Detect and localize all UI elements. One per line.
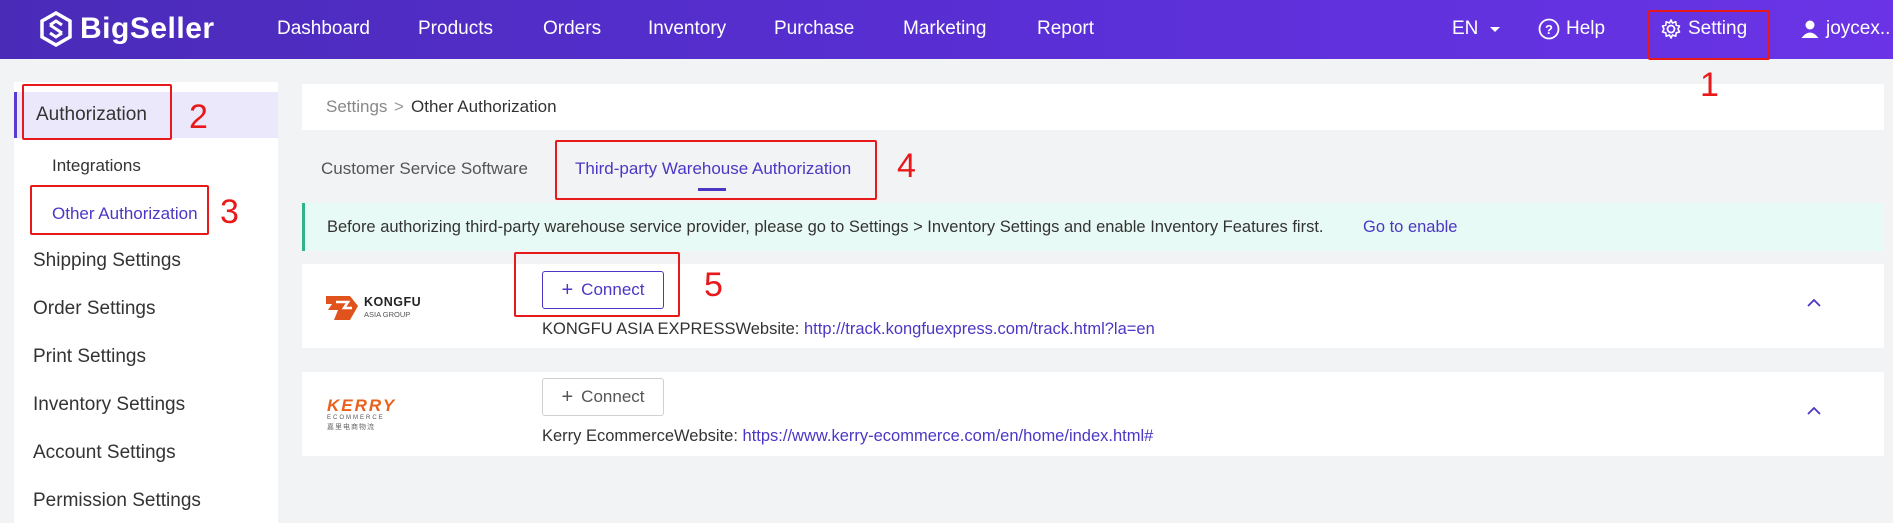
chevron-up-icon[interactable] — [1806, 406, 1822, 416]
sidebar-item-account-settings[interactable]: Account Settings — [14, 442, 278, 464]
sidebar-item-inventory-settings[interactable]: Inventory Settings — [14, 394, 278, 416]
warehouse-description: KONGFU ASIA EXPRESSWebsite: http://track… — [542, 320, 1155, 339]
help-label: Help — [1566, 18, 1606, 39]
sidebar-item-order-settings[interactable]: Order Settings — [14, 298, 278, 320]
kerry-logo-subtext: ECOMMERCE — [327, 415, 385, 421]
svg-text:?: ? — [1545, 22, 1553, 37]
annotation-box-5 — [514, 252, 680, 317]
annotation-box-1 — [1648, 10, 1770, 60]
sidebar-item-label: Permission Settings — [33, 490, 201, 511]
bigseller-logo[interactable]: BigSeller — [38, 10, 215, 48]
nav-report[interactable]: Report — [1037, 18, 1094, 40]
kerry-logo: KERRY ECOMMERCE 嘉里电商物流 — [324, 396, 414, 432]
nav-orders[interactable]: Orders — [543, 18, 601, 40]
sidebar-item-label: Account Settings — [33, 442, 176, 463]
chevron-up-icon[interactable] — [1806, 298, 1822, 308]
kongfu-logo-subtext: ASIA GROUP — [364, 310, 411, 319]
plus-icon: + — [561, 386, 574, 408]
connect-label: Connect — [581, 387, 645, 406]
user-menu[interactable]: joycex.. — [1800, 18, 1890, 40]
kerry-logo-chinese-text: 嘉里电商物流 — [327, 423, 375, 431]
sidebar-item-label: Print Settings — [33, 346, 146, 367]
nav-products[interactable]: Products — [418, 18, 493, 40]
breadcrumb-settings[interactable]: Settings — [326, 97, 387, 117]
annotation-number-4: 4 — [897, 147, 916, 185]
language-selector[interactable]: EN — [1452, 18, 1502, 40]
go-to-enable-link[interactable]: Go to enable — [1363, 218, 1458, 237]
kongfu-logo: KONGFU ASIA GROUP — [324, 288, 424, 328]
user-name: joycex.. — [1826, 18, 1891, 39]
warehouse-url-link[interactable]: http://track.kongfuexpress.com/track.htm… — [804, 320, 1155, 338]
nav-inventory[interactable]: Inventory — [648, 18, 726, 40]
sidebar-item-label: Order Settings — [33, 298, 156, 319]
annotation-number-5: 5 — [704, 266, 723, 304]
nav-dashboard[interactable]: Dashboard — [277, 18, 370, 40]
annotation-box-3 — [30, 185, 209, 235]
website-label: Website: — [674, 427, 743, 445]
warehouse-description: Kerry EcommerceWebsite: https://www.kerr… — [542, 427, 1153, 446]
sidebar-item-shipping-settings[interactable]: Shipping Settings — [14, 250, 278, 272]
connect-button-kerry[interactable]: + Connect — [542, 378, 664, 416]
warehouse-url-link[interactable]: https://www.kerry-ecommerce.com/en/home/… — [743, 427, 1154, 445]
nav-purchase[interactable]: Purchase — [774, 18, 854, 40]
language-label: EN — [1452, 18, 1479, 39]
tab-customer-service-software[interactable]: Customer Service Software — [321, 159, 528, 179]
warehouse-name: Kerry Ecommerce — [542, 427, 675, 445]
bigseller-logo-icon — [40, 11, 72, 47]
top-navigation-bar: BigSeller Dashboard Products Orders Inve… — [0, 0, 1893, 59]
settings-sidebar: Authorization Integrations Other Authori… — [14, 82, 278, 523]
annotation-number-1: 1 — [1700, 66, 1719, 104]
sidebar-item-permission-settings[interactable]: Permission Settings — [14, 490, 278, 512]
kongfu-logo-text: KONGFU — [364, 295, 422, 309]
sidebar-item-label: Shipping Settings — [33, 250, 181, 271]
kerry-logo-text: KERRY — [327, 396, 397, 415]
kongfu-logo-icon — [326, 296, 358, 320]
sidebar-item-label: Inventory Settings — [33, 394, 186, 415]
sidebar-item-print-settings[interactable]: Print Settings — [14, 346, 278, 368]
user-icon — [1801, 20, 1819, 38]
brand-name: BigSeller — [80, 12, 215, 45]
breadcrumb-current: Other Authorization — [411, 97, 557, 116]
annotation-box-2 — [22, 84, 172, 140]
website-label: Website: — [735, 320, 804, 338]
notice-text: Before authorizing third-party warehouse… — [327, 218, 1324, 236]
sidebar-item-integrations[interactable]: Integrations — [52, 156, 141, 176]
nav-marketing[interactable]: Marketing — [903, 18, 986, 40]
help-link[interactable]: ? Help — [1538, 18, 1605, 40]
breadcrumb: Settings > Other Authorization — [302, 84, 1884, 130]
annotation-box-4 — [555, 140, 877, 200]
help-circle-icon: ? — [1538, 18, 1560, 40]
warehouse-card-kerry: KERRY ECOMMERCE 嘉里电商物流 + Connect Kerry E… — [302, 372, 1884, 456]
warehouse-name: KONGFU ASIA EXPRESS — [542, 320, 736, 338]
annotation-number-2: 2 — [189, 98, 208, 136]
caret-down-icon — [1490, 27, 1501, 32]
breadcrumb-separator: > — [394, 97, 404, 116]
info-notice: Before authorizing third-party warehouse… — [302, 203, 1884, 251]
annotation-number-3: 3 — [220, 193, 239, 231]
